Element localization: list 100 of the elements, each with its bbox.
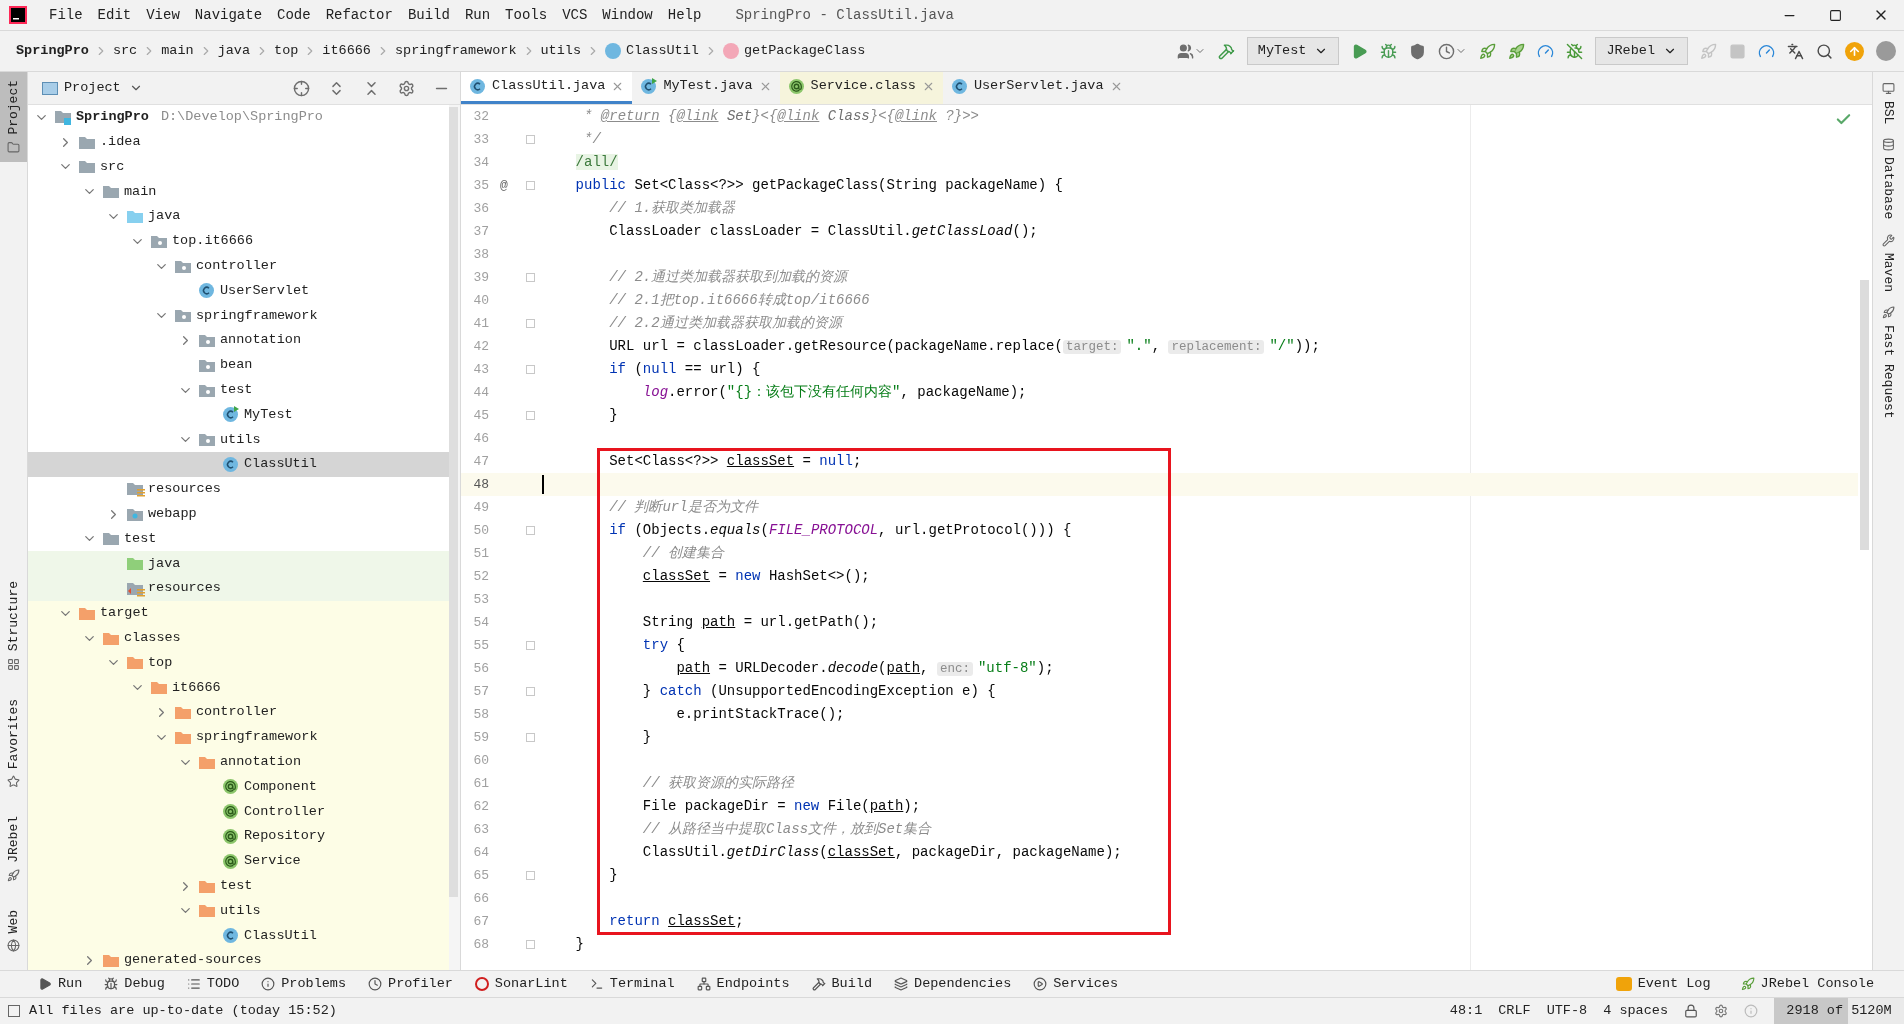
menu-item[interactable]: Window <box>602 4 653 26</box>
tool-window-button[interactable]: Build <box>811 973 873 995</box>
tool-window-button[interactable]: Dependencies <box>894 973 1012 995</box>
tree-item[interactable]: annotation <box>28 328 449 353</box>
breadcrumb[interactable]: main <box>161 40 194 62</box>
tool-window-button[interactable]: Terminal <box>589 973 675 995</box>
rocket-icon[interactable] <box>1508 42 1526 60</box>
editor-tab[interactable]: ClassUtil.java <box>461 72 633 104</box>
settings-icon[interactable] <box>1714 1004 1728 1018</box>
menu-item[interactable]: VCS <box>562 4 588 26</box>
tree-item[interactable]: utils <box>28 898 449 924</box>
bug-off-icon[interactable] <box>1566 42 1584 60</box>
tree-item[interactable]: test <box>28 377 449 403</box>
menu-item[interactable]: Refactor <box>325 4 393 26</box>
tree-item[interactable]: Component <box>28 774 449 800</box>
tree-item[interactable]: java <box>28 551 449 577</box>
run-config-dropdown[interactable]: MyTest <box>1246 37 1340 65</box>
editor-tab[interactable]: UserServlet.java <box>942 72 1131 104</box>
translate-icon[interactable] <box>1787 42 1804 60</box>
run-config-dropdown[interactable]: JRebel <box>1595 37 1688 65</box>
maximize-icon[interactable] <box>1828 8 1842 22</box>
tree-item[interactable]: it6666 <box>28 675 449 701</box>
breadcrumb[interactable]: utils <box>540 40 581 62</box>
tree-item[interactable]: UserServlet <box>28 278 449 304</box>
tool-window-button[interactable]: Debug <box>104 973 165 995</box>
tool-window-button[interactable]: SonarLint <box>474 973 568 995</box>
gauge-icon[interactable] <box>1758 42 1775 60</box>
breadcrumb[interactable]: top <box>274 40 299 62</box>
tree-item[interactable]: ClassUtil <box>28 452 449 477</box>
tool-window-button[interactable]: Run <box>38 973 83 995</box>
breadcrumb[interactable]: getPackageClass <box>743 40 866 62</box>
tree-item[interactable]: classes <box>28 625 449 651</box>
tool-window-tab[interactable]: Maven <box>1878 233 1899 292</box>
menu-item[interactable]: Edit <box>97 4 132 26</box>
rocket-icon[interactable] <box>1479 42 1497 60</box>
tree-item[interactable]: springframework <box>28 724 449 750</box>
tree-item[interactable]: springframework <box>28 303 449 329</box>
tree-item[interactable]: Controller <box>28 799 449 825</box>
settings-icon[interactable] <box>398 79 415 97</box>
tree-item[interactable]: webapp <box>28 501 449 527</box>
tool-window-button[interactable]: Profiler <box>368 973 453 995</box>
tree-item[interactable]: bean <box>28 352 449 378</box>
menu-item[interactable]: Build <box>407 4 450 26</box>
tree-item[interactable]: java <box>28 204 449 229</box>
tool-window-tab[interactable]: Structure <box>0 573 27 679</box>
tree-item[interactable]: test <box>28 873 449 899</box>
tree-item[interactable]: src <box>28 154 449 180</box>
breadcrumb[interactable]: it6666 <box>322 40 371 62</box>
tree-item[interactable]: SpringPro D:\Develop\SpringPro <box>28 105 449 130</box>
menu-item[interactable]: File <box>49 4 83 26</box>
menu-item[interactable]: Code <box>277 4 311 26</box>
menu-item[interactable]: Help <box>667 4 702 26</box>
gutter-mark[interactable]: @ <box>500 175 508 196</box>
memory-indicator[interactable]: 2918 of 5120M <box>1774 998 1904 1024</box>
tool-window-button[interactable]: Problems <box>261 973 347 995</box>
breadcrumb[interactable]: springframework <box>394 40 517 62</box>
caret-position[interactable]: 48:1 <box>1449 1000 1483 1022</box>
tree-item[interactable]: Repository <box>28 824 449 849</box>
update-icon[interactable] <box>1845 41 1864 61</box>
line-ending[interactable]: CRLF <box>1498 1000 1531 1022</box>
tool-window-button[interactable]: TODO <box>186 973 240 995</box>
tool-window-tab[interactable]: JRebel <box>0 807 27 890</box>
tool-window-tab[interactable]: Favorites <box>0 690 27 796</box>
shield-icon[interactable] <box>1409 42 1427 60</box>
clock-icon[interactable] <box>1438 42 1456 60</box>
tool-window-button[interactable]: Event Log <box>1615 973 1711 995</box>
tree-item[interactable]: top <box>28 650 449 676</box>
breadcrumb[interactable]: ClassUtil <box>626 40 699 62</box>
scrollbar-thumb[interactable] <box>449 107 458 897</box>
tree-item[interactable]: Service <box>28 848 449 874</box>
tree-item[interactable]: target <box>28 600 449 626</box>
tree-item[interactable]: .idea <box>28 129 449 155</box>
tool-window-button[interactable]: Endpoints <box>696 973 790 995</box>
status-icon[interactable] <box>8 1005 20 1017</box>
tool-window-button[interactable]: JRebel Console <box>1740 973 1874 995</box>
tree-item[interactable]: annotation <box>28 749 449 775</box>
panel-title[interactable]: Project <box>64 77 121 99</box>
tree-item[interactable]: ClassUtil <box>28 923 449 949</box>
search-icon[interactable] <box>1816 42 1833 60</box>
hammer-icon[interactable] <box>1217 42 1235 60</box>
tree-item[interactable]: MyTest <box>28 402 449 428</box>
menu-item[interactable]: Navigate <box>194 4 263 26</box>
indent-setting[interactable]: 4 spaces <box>1603 1000 1668 1022</box>
tool-window-tab[interactable]: BSL <box>1878 82 1899 125</box>
avatar-icon[interactable] <box>1876 41 1896 61</box>
tool-window-tab[interactable]: Database <box>1878 138 1899 220</box>
editor-tab[interactable]: MyTest.java <box>632 72 780 104</box>
menu-item[interactable]: Run <box>464 4 491 26</box>
locate-icon[interactable] <box>293 79 310 97</box>
tool-window-tab[interactable]: Fast Request <box>1878 305 1899 419</box>
tree-item[interactable]: generated-sources <box>28 948 449 970</box>
tool-window-button[interactable]: Services <box>1033 973 1119 995</box>
menu-item[interactable]: View <box>146 4 180 26</box>
breadcrumb[interactable]: java <box>217 40 251 62</box>
file-encoding[interactable]: UTF-8 <box>1546 1000 1588 1022</box>
tree-item[interactable]: top.it6666 <box>28 229 449 254</box>
gauge-icon[interactable] <box>1537 42 1555 60</box>
editor-tab[interactable]: Service.class <box>779 72 943 104</box>
breadcrumb[interactable]: src <box>112 40 138 62</box>
users-icon[interactable] <box>1176 42 1194 60</box>
